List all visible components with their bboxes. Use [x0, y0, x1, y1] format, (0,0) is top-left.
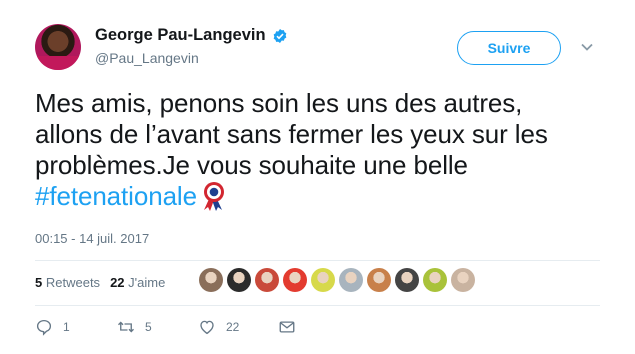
- liker-avatar[interactable]: [283, 268, 307, 292]
- tweet-text-line: allons de l’avant sans fermer les yeux s…: [35, 119, 548, 149]
- liker-avatar[interactable]: [199, 268, 223, 292]
- tweet-text: Mes amis, penons soin les uns des autres…: [35, 88, 610, 212]
- liker-avatar[interactable]: [451, 268, 475, 292]
- tweet-text-line: Mes amis, penons soin les uns des autres…: [35, 88, 523, 118]
- tweet-timestamp[interactable]: 00:15 - 14 juil. 2017: [35, 231, 149, 246]
- tweet-text-line: problèmes.Je vous souhaite une belle: [35, 150, 468, 180]
- engagement-stats: 5 Retweets 22 J'aime: [35, 275, 165, 290]
- like-action[interactable]: 22: [198, 318, 239, 336]
- retweet-icon: [118, 321, 134, 333]
- likers-avatars: [199, 268, 475, 292]
- retweet-count: 5: [145, 320, 152, 334]
- author-name[interactable]: George Pau-Langevin: [95, 26, 266, 45]
- retweets-count: 5: [35, 275, 43, 290]
- divider: [35, 260, 600, 261]
- hashtag-link[interactable]: #fetenationale: [35, 181, 197, 211]
- retweets-label: Retweets: [45, 275, 101, 290]
- tweet-actions: 1 5 22: [35, 318, 335, 338]
- reply-icon: [36, 319, 52, 336]
- envelope-icon: [279, 321, 295, 333]
- author-avatar[interactable]: [35, 24, 81, 70]
- author-handle[interactable]: @Pau_Langevin: [95, 50, 199, 66]
- liker-avatar[interactable]: [255, 268, 279, 292]
- liker-avatar[interactable]: [395, 268, 419, 292]
- verified-badge-icon: [273, 28, 286, 43]
- retweet-action[interactable]: 5: [117, 318, 152, 336]
- liker-avatar[interactable]: [227, 268, 251, 292]
- likes-label: J'aime: [128, 275, 166, 290]
- likes-stat[interactable]: 22 J'aime: [110, 275, 165, 290]
- follow-button[interactable]: Suivre: [457, 31, 561, 65]
- reply-count: 1: [63, 320, 70, 334]
- rosette-icon: [203, 182, 224, 211]
- likes-count: 22: [110, 275, 125, 290]
- liker-avatar[interactable]: [339, 268, 363, 292]
- author-name-row: George Pau-Langevin: [95, 26, 288, 45]
- liker-avatar[interactable]: [423, 268, 447, 292]
- heart-icon: [200, 320, 214, 335]
- tweet-text-line: #fetenationale: [35, 181, 610, 212]
- divider: [35, 305, 600, 306]
- liker-avatar[interactable]: [367, 268, 391, 292]
- liker-avatar[interactable]: [311, 268, 335, 292]
- reply-action[interactable]: 1: [35, 318, 70, 336]
- retweets-stat[interactable]: 5 Retweets: [35, 275, 100, 290]
- chevron-down-icon[interactable]: [580, 40, 594, 54]
- direct-message-action[interactable]: [278, 318, 296, 336]
- like-count: 22: [226, 320, 240, 334]
